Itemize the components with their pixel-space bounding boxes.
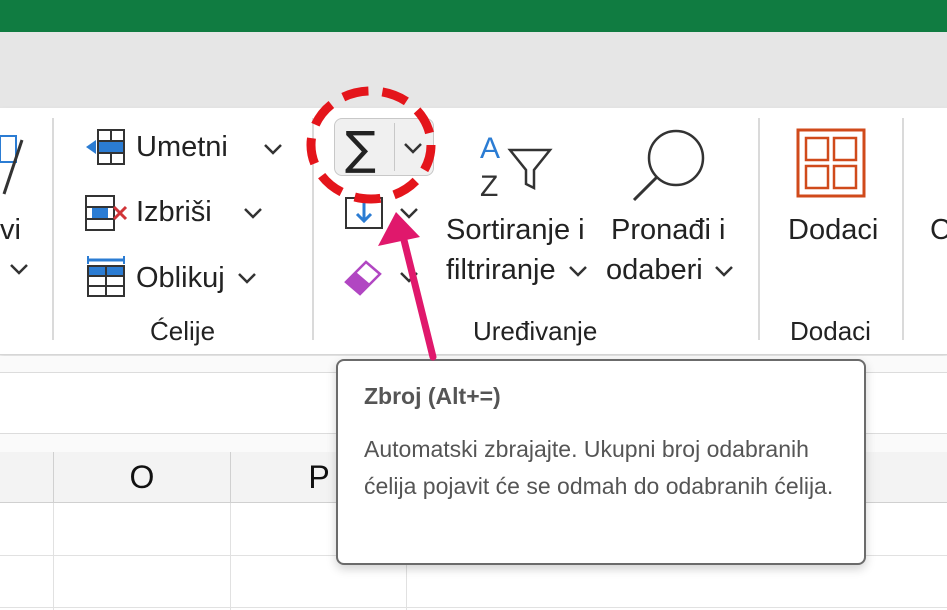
- magnifier-icon: [632, 129, 705, 202]
- sort-filter-label-line1: Sortiranje i: [446, 214, 585, 246]
- chevron-down-icon: [264, 144, 282, 155]
- partial-right-label[interactable]: C: [930, 214, 947, 247]
- format-cells-label: Oblikuj: [136, 262, 225, 294]
- svg-text:A: A: [480, 132, 500, 165]
- chevron-down-icon: [569, 266, 587, 277]
- delete-cells-label: Izbriši: [136, 196, 212, 228]
- delete-cells-icon: [85, 195, 128, 231]
- fill-down-icon: [345, 197, 383, 229]
- column-header-n[interactable]: [0, 452, 52, 502]
- split-divider: [394, 123, 395, 171]
- partial-button-label[interactable]: vi: [0, 214, 21, 247]
- cells-group-label: Ćelije: [150, 316, 216, 346]
- insert-cells-label: Umetni: [136, 131, 228, 163]
- tooltip-title: Zbroj (Alt+=): [364, 383, 501, 409]
- addins-grid-icon: [796, 128, 866, 198]
- chevron-down-icon: [238, 273, 256, 284]
- chevron-down-icon[interactable]: [6, 256, 32, 282]
- chevron-down-icon: [400, 208, 418, 219]
- partial-pen-icon[interactable]: [0, 132, 26, 202]
- svg-text:Z: Z: [480, 170, 498, 200]
- sigma-icon: ∑: [345, 121, 376, 175]
- autosum-tooltip: Zbroj (Alt+=) Automatski zbrajajte. Ukup…: [336, 359, 866, 565]
- column-line: [230, 503, 231, 610]
- editing-group-label: Uređivanje: [473, 316, 598, 346]
- group-separator: [758, 118, 760, 340]
- group-separator: [902, 118, 904, 340]
- format-cells-icon: [87, 256, 125, 297]
- sort-filter-label-line2: filtriranje: [446, 254, 556, 286]
- group-separator: [312, 118, 314, 340]
- ribbon-tab-band: [0, 32, 947, 110]
- autosum-button[interactable]: ∑: [334, 118, 434, 176]
- eraser-icon: [344, 260, 382, 296]
- chevron-down-icon[interactable]: [400, 135, 426, 161]
- row-line: [0, 607, 947, 608]
- chevron-down-icon: [400, 272, 418, 283]
- chevron-down-icon: [715, 266, 733, 277]
- column-line: [53, 503, 54, 610]
- group-separator: [52, 118, 54, 340]
- title-bar: [0, 0, 947, 32]
- column-header-o[interactable]: O: [53, 452, 230, 502]
- insert-cells-icon: [86, 129, 125, 165]
- sort-filter-icon: A Z: [480, 132, 553, 200]
- tooltip-body: Automatski zbrajajte. Ukupni broj odabra…: [364, 436, 834, 499]
- find-select-label-line1: Pronađi i: [611, 214, 726, 246]
- chevron-down-icon: [244, 208, 262, 219]
- addins-button-label: Dodaci: [788, 214, 879, 246]
- addins-group-label: Dodaci: [790, 316, 871, 346]
- find-select-label-line2: odaberi: [606, 254, 703, 286]
